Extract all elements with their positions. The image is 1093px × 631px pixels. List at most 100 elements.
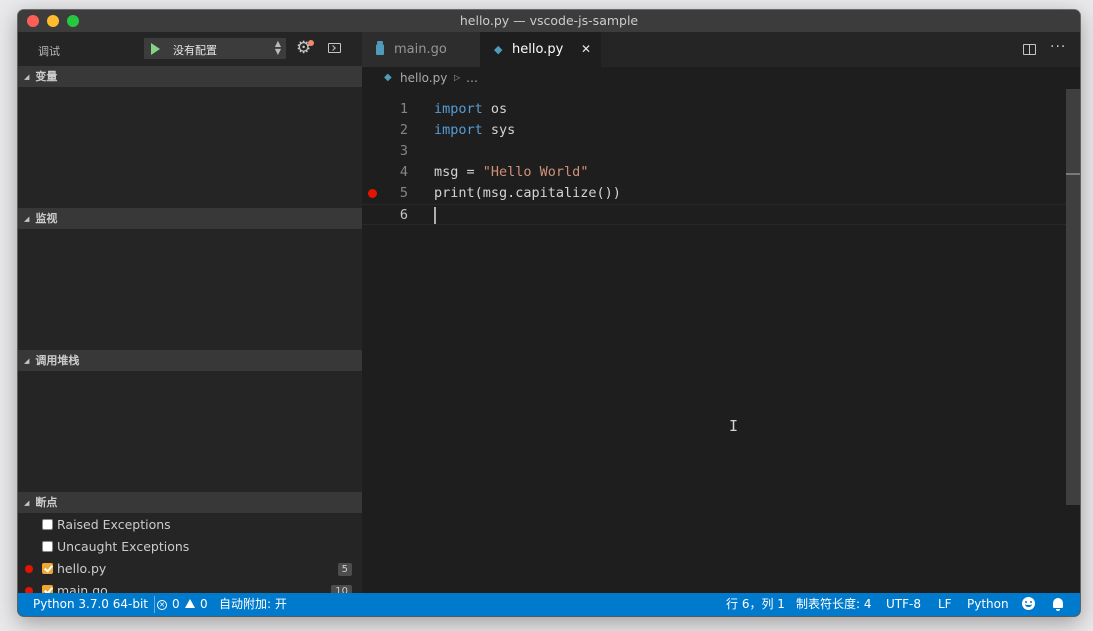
debug-view-title: 调试 [38, 45, 60, 58]
error-count[interactable]: 0 [172, 593, 180, 616]
code-string: "Hello World" [482, 164, 589, 180]
line-number: 3 [399, 143, 408, 159]
scrollbar-cursor-marker [1066, 173, 1080, 175]
file-encoding[interactable]: UTF-8 [886, 593, 921, 616]
breakpoint-line-badge: 10 [331, 585, 352, 593]
error-icon[interactable]: ✕ [157, 600, 167, 610]
line-number: 4 [399, 164, 408, 180]
expand-triangle-icon: ◢ [24, 499, 30, 507]
code-editor[interactable]: 1 import os 2 import sys 3 4 msg = "Hell… [362, 89, 1080, 593]
tab-label: main.go [394, 42, 447, 57]
code-keyword: import [434, 122, 483, 138]
chevron-updown-icon: ▲ ▼ [274, 39, 281, 56]
code-text: print(msg.capitalize()) [434, 185, 621, 201]
section-variables[interactable]: ◢ 变量 [18, 66, 362, 87]
python-interpreter[interactable]: Python 3.7.0 64-bit [33, 593, 148, 616]
go-file-icon [376, 41, 384, 55]
breakpoint-dot-icon [25, 565, 33, 573]
code-line[interactable]: 4 msg = "Hello World" [362, 162, 1066, 183]
debug-sidebar: 调试 没有配置 ▲ ▼ ⚙ ◢ 变量 ◢ 监视 ◢ 调用堆栈 ◢ 断点 Raised Ex… [18, 32, 362, 593]
section-breakpoints[interactable]: ◢ 断点 [18, 492, 362, 513]
code-keyword: import [434, 101, 483, 117]
warning-icon[interactable] [185, 599, 195, 608]
debug-config-label: 没有配置 [173, 44, 217, 57]
auto-attach-status[interactable]: 自动附加: 开 [219, 593, 287, 616]
code-line[interactable]: 5 print(msg.capitalize()) [362, 183, 1066, 204]
breakpoint-row[interactable]: Uncaught Exceptions [18, 536, 362, 558]
breakpoint-label: hello.py [57, 561, 107, 576]
python-file-icon: ◆ [494, 43, 503, 56]
code-rest: sys [482, 122, 516, 138]
code-text: import sys [434, 120, 515, 141]
code-rest: os [482, 101, 508, 117]
tab-main-go[interactable]: main.go [362, 32, 480, 67]
window-title: hello.py — vscode-js-sample [459, 13, 639, 28]
breakpoint-checkbox[interactable] [42, 519, 53, 530]
expand-triangle-icon: ◢ [24, 357, 30, 365]
language-mode[interactable]: Python [967, 593, 1009, 616]
line-number: 5 [399, 185, 408, 201]
split-editor-icon[interactable] [1023, 44, 1036, 55]
breakpoint-row[interactable]: Raised Exceptions [18, 514, 362, 536]
breakpoint-label: Raised Exceptions [57, 517, 171, 532]
expand-triangle-icon: ◢ [24, 73, 30, 81]
line-number: 6 [399, 207, 408, 223]
breakpoint-dot-icon[interactable] [368, 189, 377, 198]
code-line-current[interactable]: 6 [362, 204, 1066, 225]
close-icon[interactable]: ✕ [581, 32, 591, 67]
status-divider [154, 596, 155, 613]
editor-tab-bar: main.go ◆ hello.py ✕ ··· [362, 32, 1080, 67]
python-file-icon: ◆ [384, 72, 392, 83]
section-callstack[interactable]: ◢ 调用堆栈 [18, 350, 362, 371]
section-breakpoints-label: 断点 [35, 496, 58, 509]
cursor-position[interactable]: 行 6，列 1 [726, 593, 785, 616]
notification-bell-icon[interactable] [1053, 598, 1063, 611]
section-variables-label: 变量 [35, 70, 58, 83]
code-text: msg = "Hello World" [434, 162, 588, 183]
mouse-ibeam-icon: I [729, 417, 739, 435]
breakpoint-row[interactable]: main.go 10 [18, 580, 362, 593]
close-window-button[interactable] [27, 15, 39, 27]
tab-hello-py[interactable]: ◆ hello.py ✕ [480, 32, 601, 67]
editor-scrollbar[interactable] [1066, 89, 1080, 505]
breakpoint-label: main.go [57, 583, 108, 593]
breakpoint-row[interactable]: hello.py 5 [18, 558, 362, 580]
breakpoint-checkbox[interactable] [42, 563, 53, 574]
start-debugging-icon[interactable] [151, 43, 160, 55]
breakpoint-label: Uncaught Exceptions [57, 539, 190, 554]
debug-config-select[interactable]: 没有配置 ▲ ▼ [144, 38, 286, 59]
config-badge-dot [308, 40, 314, 46]
title-bar: hello.py — vscode-js-sample [18, 10, 1080, 32]
minimize-window-button[interactable] [47, 15, 59, 27]
code-text: import os [434, 99, 507, 120]
breadcrumb-more[interactable]: … [466, 67, 478, 89]
warning-count[interactable]: 0 [200, 593, 208, 616]
debug-console-icon[interactable] [328, 43, 341, 53]
section-callstack-label: 调用堆栈 [35, 354, 80, 367]
chevron-right-icon: ▷ [454, 73, 461, 82]
more-actions-icon[interactable]: ··· [1050, 40, 1066, 54]
section-watch-label: 监视 [35, 212, 58, 225]
section-watch[interactable]: ◢ 监视 [18, 208, 362, 229]
code-line[interactable]: 3 [362, 141, 1066, 162]
code-rest: msg = [434, 164, 483, 180]
code-line[interactable]: 2 import sys [362, 120, 1066, 141]
breakpoint-line-badge: 5 [337, 563, 352, 576]
status-bar: Python 3.7.0 64-bit ✕ 0 0 自动附加: 开 行 6，列 … [18, 593, 1080, 616]
code-line[interactable]: 1 import os [362, 99, 1066, 120]
breakpoint-checkbox[interactable] [42, 541, 53, 552]
tab-label: hello.py [512, 42, 564, 57]
breadcrumb-file[interactable]: hello.py [400, 67, 447, 89]
tab-size[interactable]: 制表符长度: 4 [796, 593, 872, 616]
vscode-window: hello.py — vscode-js-sample 调试 没有配置 ▲ ▼ ⚙… [18, 10, 1080, 616]
line-number: 2 [399, 122, 408, 138]
line-ending[interactable]: LF [938, 593, 952, 616]
debug-toolbar: 调试 没有配置 ▲ ▼ ⚙ [18, 32, 362, 66]
line-number: 1 [399, 101, 408, 117]
text-cursor [434, 207, 436, 224]
breadcrumb: ◆ hello.py ▷ … [362, 67, 1080, 89]
expand-triangle-icon: ◢ [24, 215, 30, 223]
feedback-smiley-icon[interactable] [1022, 597, 1035, 610]
breakpoint-checkbox[interactable] [42, 585, 53, 593]
maximize-window-button[interactable] [67, 15, 79, 27]
